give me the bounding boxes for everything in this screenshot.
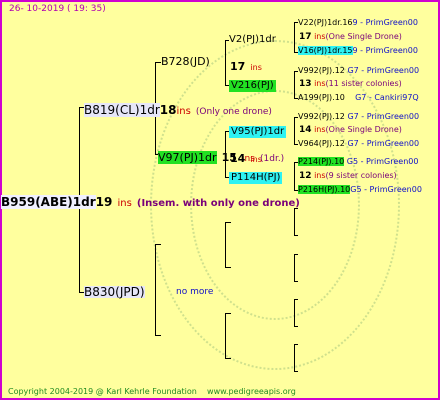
gen4-queen-name: P216H(PJ).10	[298, 185, 351, 194]
dam-ins-label: ins	[176, 106, 191, 117]
root-insem-count: 19	[95, 195, 113, 209]
gen4-breeder: G5 - PrimGreen00	[350, 185, 422, 194]
gen4-breeder: G7 - PrimGreen00	[347, 112, 420, 121]
gen4-ins-label: ins	[314, 32, 326, 41]
connector	[225, 222, 226, 267]
gen3-a-queen[interactable]: V2(PJ)1dr	[229, 35, 276, 45]
gen4-ins-label: ins	[314, 79, 326, 88]
root-queen-name: B959(ABE)1dr	[1, 195, 96, 209]
connector	[225, 313, 226, 358]
gen2-a-queen[interactable]: B728(JD)	[161, 56, 210, 67]
sire-no-more-note: no more	[176, 287, 214, 297]
connector	[294, 254, 298, 255]
connector	[294, 281, 298, 282]
gen4-breeder: G7 - PrimGreen00	[347, 66, 420, 75]
root-ins-label: ins	[117, 198, 132, 209]
root-queen[interactable]: B959(ABE)1dr19 ins (Insem. with only one…	[1, 193, 300, 209]
connector	[294, 208, 295, 235]
dam-queen[interactable]: B819(CL)1dr18ins (Only one drone)	[84, 101, 272, 117]
gen4-row[interactable]: V964(PJ).12 G7 - PrimGreen00	[298, 140, 419, 148]
connector	[155, 244, 161, 245]
gen3-c-queen[interactable]: V95(PJ)1dr	[229, 126, 287, 138]
gen4-breeder: 9 - PrimGreen00	[352, 46, 418, 55]
gen4-insem-row: 12 ins(9 sister colonies)	[299, 172, 397, 181]
gen3-b-queen[interactable]: V216(PJ)	[229, 80, 276, 92]
gen4-insem-count: 17	[299, 32, 312, 42]
connector	[225, 358, 231, 359]
gen3-a-ins-label: ins	[250, 63, 262, 72]
gen2-b-queen[interactable]: V97(PJ)1dr 15 ins (1dr.)	[158, 148, 284, 164]
connector	[155, 244, 156, 335]
gen3-a-insem-count: 17	[230, 60, 246, 73]
gen4-row[interactable]: V992(PJ).12 G7 - PrimGreen00	[298, 113, 419, 121]
connector	[225, 40, 226, 85]
gen4-row[interactable]: P214(PJ).10 G5 - PrimGreen00	[298, 157, 419, 166]
gen4-ins-label: ins	[314, 171, 326, 180]
root-insem-note: (Insem. with only one drone)	[136, 198, 300, 209]
connector	[294, 344, 298, 345]
gen3-c-insem: 14 ins	[230, 149, 262, 165]
gen4-ins-label: ins	[314, 125, 326, 134]
gen4-insem-note: (One Single Drone)	[325, 32, 402, 41]
gen4-insem-count: 12	[299, 171, 312, 181]
connector	[294, 299, 298, 300]
gen4-insem-row: 13 ins(11 sister colonies)	[299, 80, 402, 89]
connector	[294, 235, 298, 236]
gen4-queen-name: V22(PJ)1dr.16	[298, 18, 353, 27]
connector	[294, 254, 295, 281]
connector	[294, 22, 295, 52]
gen4-insem-row: 17 ins(One Single Drone)	[299, 33, 402, 42]
gen4-breeder: G7 - PrimGreen00	[347, 139, 420, 148]
gen4-insem-count: 14	[299, 125, 312, 135]
gen3-a-insem: 17 ins	[230, 57, 262, 73]
gen4-insem-note: (One Single Drone)	[325, 125, 402, 134]
gen3-d-queen[interactable]: P114H(PJ)	[229, 172, 283, 184]
gen4-queen-name: P214(PJ).10	[298, 157, 345, 166]
gen4-breeder: 9 - PrimGreen00	[352, 18, 418, 27]
website-link[interactable]: www.pedigreeapis.org	[207, 387, 296, 396]
gen4-insem-note: (9 sister colonies)	[325, 171, 397, 180]
gen3-c-insem-count: 14	[230, 152, 246, 165]
connector	[155, 335, 161, 336]
gen4-breeder: G5 - PrimGreen00	[346, 157, 419, 166]
connector	[294, 344, 295, 371]
gen4-insem-note: (11 sister colonies)	[325, 79, 402, 88]
connector	[294, 162, 295, 190]
connector	[225, 267, 231, 268]
connector	[225, 313, 231, 314]
gen4-row[interactable]: V22(PJ)1dr.169 - PrimGreen00	[298, 19, 418, 27]
gen4-queen-name: V992(PJ).12	[298, 66, 345, 75]
dam-queen-name: B819(CL)1dr	[84, 103, 160, 117]
gen4-row[interactable]: A199(PJ).10 G7 - Cankiri97Q	[298, 94, 419, 102]
connector	[294, 71, 295, 98]
timestamp: 26- 10-2019 ( 19: 35)	[9, 4, 106, 14]
copyright-text: Copyright 2004-2019 @ Karl Kehrle Founda…	[8, 387, 296, 396]
gen4-breeder: G7 - Cankiri97Q	[355, 93, 419, 102]
sire-queen-name[interactable]: B830(JPD)	[84, 286, 145, 298]
dam-insem-note: (Only one drone)	[195, 107, 272, 117]
gen4-queen-name: V16(PJ)1dr.15	[298, 46, 353, 55]
gen4-row[interactable]: P216H(PJ).10G5 - PrimGreen00	[298, 185, 422, 194]
connector	[294, 117, 295, 144]
gen4-queen-name: V964(PJ).12	[298, 139, 345, 148]
connector	[225, 222, 231, 223]
gen4-insem-row: 14 ins(One Single Drone)	[299, 126, 402, 135]
connector	[294, 326, 298, 327]
gen4-row[interactable]: V16(PJ)1dr.159 - PrimGreen00	[298, 46, 418, 55]
gen4-insem-count: 13	[299, 79, 312, 89]
gen3-c-ins-label: ins	[250, 155, 262, 164]
connector	[294, 371, 298, 372]
gen2-b-insem-note: (1dr.)	[260, 154, 285, 164]
gen4-row[interactable]: V992(PJ).12 G7 - PrimGreen00	[298, 67, 419, 75]
dam-insem-count: 18	[159, 103, 177, 117]
gen4-queen-name: V992(PJ).12	[298, 112, 345, 121]
connector	[294, 299, 295, 326]
gen4-queen-name: A199(PJ).10	[298, 93, 345, 102]
gen2-b-queen-name: V97(PJ)1dr	[158, 151, 217, 164]
